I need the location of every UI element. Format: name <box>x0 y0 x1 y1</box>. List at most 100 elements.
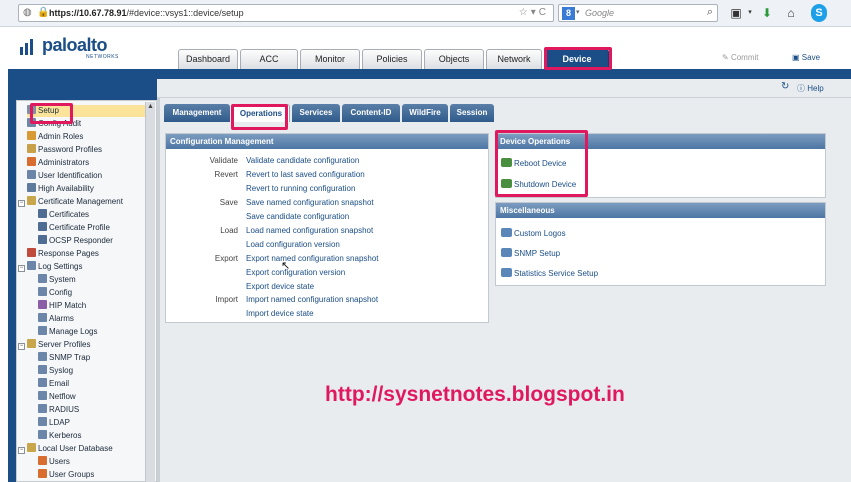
sidebar-item-kerberos[interactable]: Kerberos <box>38 430 81 442</box>
reboot-device-link[interactable]: Reboot Device <box>501 158 566 168</box>
save-named-snapshot-link[interactable]: Save named configuration snapshot <box>246 198 374 207</box>
sidebar-item-admin-roles[interactable]: Admin Roles <box>27 131 83 143</box>
bookmark-star-icon[interactable]: ☆▾C <box>519 7 549 18</box>
snmp-setup-link[interactable]: SNMP Setup <box>501 248 560 258</box>
user-id-icon <box>27 170 36 179</box>
load-named-snapshot-link[interactable]: Load named configuration snapshot <box>246 226 373 235</box>
refresh-icon[interactable]: ↻ <box>781 81 789 92</box>
hip-icon <box>38 300 47 309</box>
sidebar-item-syslog[interactable]: Syslog <box>38 365 73 377</box>
collapse-icon[interactable]: − <box>18 447 25 454</box>
help-icon: ⓘ <box>797 84 805 93</box>
revert-last-saved-link[interactable]: Revert to last saved configuration <box>246 170 365 179</box>
commit-button[interactable]: ✎ Commit <box>722 53 759 62</box>
shutdown-device-link[interactable]: Shutdown Device <box>501 179 576 189</box>
sidebar-item-password-profiles[interactable]: Password Profiles <box>27 144 102 156</box>
download-icon[interactable]: ⬇ <box>760 4 774 22</box>
sidebar-item-config-audit[interactable]: Config Audit <box>27 118 81 130</box>
sidebar-item-high-availability[interactable]: High Availability <box>27 183 94 195</box>
address-bar[interactable]: ◍ 🔒 https://10.67.78.91/#device::vsys1::… <box>18 4 554 22</box>
sidebar-item-snmp-trap[interactable]: SNMP Trap <box>38 352 90 364</box>
sidebar-item-hip-match[interactable]: HIP Match <box>38 300 86 312</box>
export-device-state-link[interactable]: Export device state <box>246 282 314 291</box>
search-icon[interactable]: ⌕ <box>707 6 713 19</box>
tab-dashboard[interactable]: Dashboard <box>178 49 238 69</box>
sidebar-item-netflow[interactable]: Netflow <box>38 391 76 403</box>
folder-icon <box>27 196 36 205</box>
tab-services[interactable]: Services <box>292 104 340 122</box>
scroll-up-icon[interactable]: ▲ <box>147 103 154 110</box>
custom-logos-link[interactable]: Custom Logos <box>501 228 566 238</box>
collapse-icon[interactable]: − <box>18 265 25 272</box>
import-named-snapshot-link[interactable]: Import named configuration snapshot <box>246 295 378 304</box>
audit-icon <box>27 118 36 127</box>
save-candidate-link[interactable]: Save candidate configuration <box>246 212 349 221</box>
tab-content-id[interactable]: Content-ID <box>342 104 400 122</box>
search-box[interactable]: 8 ▾ Google ⌕ <box>558 4 718 22</box>
sidebar-item-user-groups[interactable]: User Groups <box>38 469 94 481</box>
sidebar-item-system[interactable]: System <box>38 274 76 286</box>
sidebar-item-ldap[interactable]: LDAP <box>38 417 70 429</box>
folder-icon <box>27 339 36 348</box>
tab-monitor[interactable]: Monitor <box>300 49 360 69</box>
tab-device[interactable]: Device <box>545 49 609 69</box>
sidebar-item-administrators[interactable]: Administrators <box>27 157 89 169</box>
panel-splitter[interactable] <box>157 98 160 482</box>
sidebar-item-setup[interactable]: Setup <box>27 105 153 117</box>
log-icon <box>38 274 47 283</box>
collapse-icon[interactable]: − <box>18 200 25 207</box>
statistics-service-setup-link[interactable]: Statistics Service Setup <box>501 268 598 278</box>
sidebar-scrollbar[interactable]: ▲ <box>145 102 155 482</box>
sidebar-item-response-pages[interactable]: Response Pages <box>27 248 99 260</box>
certificate-icon <box>38 209 47 218</box>
sidebar-item-log-settings[interactable]: − Log Settings <box>18 261 82 273</box>
logo-sub: NETWORKS <box>86 54 119 60</box>
tab-operations[interactable]: Operations <box>232 104 290 122</box>
help-button[interactable]: ⓘ Help <box>797 83 824 94</box>
menu-icon[interactable]: ▣ <box>727 4 745 22</box>
export-config-version-link[interactable]: Export configuration version <box>246 268 345 277</box>
tab-session[interactable]: Session <box>450 104 494 122</box>
save-button[interactable]: ▣ Save <box>792 53 820 62</box>
panel-title: Device Operations <box>496 134 825 149</box>
sidebar-item-user-identification[interactable]: User Identification <box>27 170 102 182</box>
tab-network[interactable]: Network <box>486 49 542 69</box>
sidebar-item-certificates[interactable]: Certificates <box>38 209 89 221</box>
tab-management[interactable]: Management <box>164 104 230 122</box>
sidebar-item-config[interactable]: Config <box>38 287 72 299</box>
chevron-down-icon[interactable]: ▾ <box>576 8 580 16</box>
sidebar-item-local-user-database[interactable]: − Local User Database <box>18 443 113 455</box>
sidebar-item-server-profiles[interactable]: − Server Profiles <box>18 339 90 351</box>
tab-objects[interactable]: Objects <box>424 49 484 69</box>
skype-icon[interactable]: S <box>811 4 827 22</box>
collapse-icon[interactable]: − <box>18 343 25 350</box>
export-named-snapshot-link[interactable]: Export named configuration snapshot <box>246 254 379 263</box>
sidebar-item-certificate-profile[interactable]: Certificate Profile <box>38 222 110 234</box>
chevron-down-icon[interactable]: ▾ <box>745 4 755 22</box>
revert-running-link[interactable]: Revert to running configuration <box>246 184 355 193</box>
validate-candidate-link[interactable]: Validate candidate configuration <box>246 156 359 165</box>
tab-policies[interactable]: Policies <box>362 49 422 69</box>
miscellaneous-panel: Miscellaneous Custom Logos SNMP Setup St… <box>495 202 826 286</box>
sidebar-item-radius[interactable]: RADIUS <box>38 404 79 416</box>
logo-mark-icon <box>20 39 38 55</box>
sidebar-item-email[interactable]: Email <box>38 378 69 390</box>
tab-acc[interactable]: ACC <box>240 49 298 69</box>
sidebar: Setup Config Audit Admin Roles Password … <box>16 100 157 482</box>
sidebar-item-certificate-management[interactable]: − Certificate Management <box>18 196 123 208</box>
user-group-icon <box>38 469 47 478</box>
tab-wildfire[interactable]: WildFire <box>402 104 448 122</box>
sidebar-item-manage-logs[interactable]: Manage Logs <box>38 326 97 338</box>
load-config-version-link[interactable]: Load configuration version <box>246 240 340 249</box>
import-device-state-link[interactable]: Import device state <box>246 309 314 318</box>
globe-icon: ◍ <box>23 7 32 18</box>
certificate-icon <box>38 222 47 231</box>
sidebar-item-alarms[interactable]: Alarms <box>38 313 74 325</box>
sidebar-item-ocsp-responder[interactable]: OCSP Responder <box>38 235 113 247</box>
server-icon <box>38 391 47 400</box>
user-icon <box>27 157 36 166</box>
sidebar-item-users[interactable]: Users <box>38 456 70 468</box>
search-input[interactable]: Google <box>585 8 614 18</box>
home-icon[interactable]: ⌂ <box>784 4 798 22</box>
search-engine-icon[interactable]: 8 <box>562 7 575 20</box>
